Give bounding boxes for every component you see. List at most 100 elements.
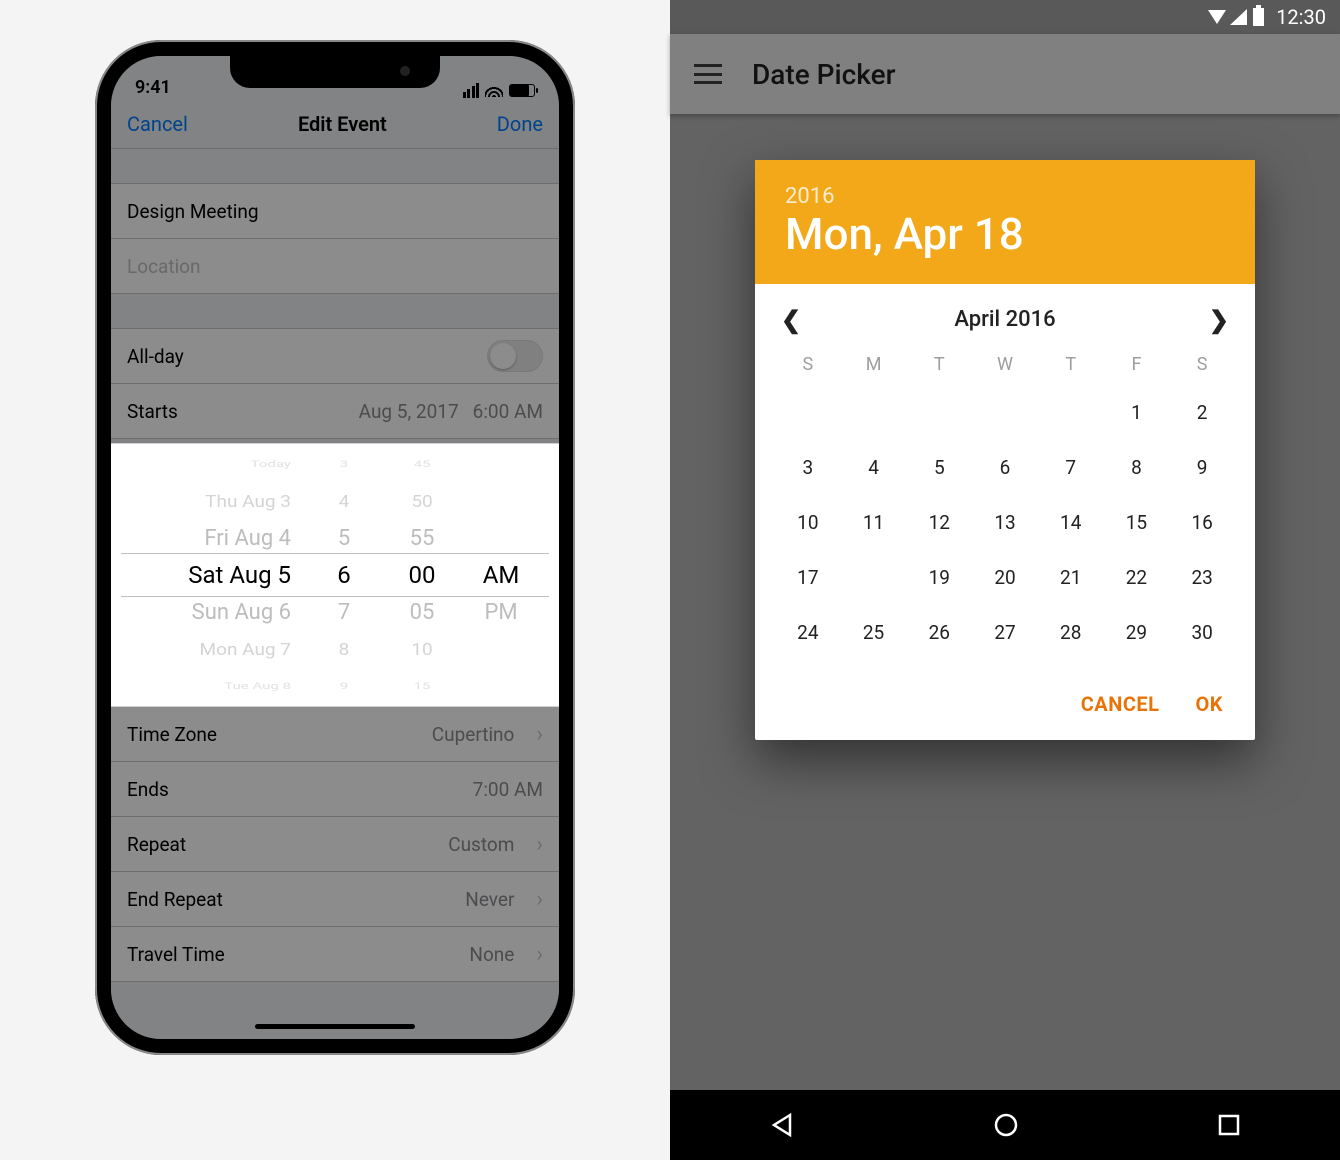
calendar-day[interactable]: 11 <box>841 495 907 550</box>
calendar-day[interactable]: 26 <box>906 605 972 660</box>
picker-date-wheel[interactable]: Today Thu Aug 3 Fri Aug 4Sat Aug 5Sun Aug … <box>133 444 309 706</box>
starts-label: Starts <box>127 400 359 423</box>
picker-option[interactable]: PM <box>484 594 517 631</box>
dialog-header: 2016 Mon, Apr 18 <box>755 160 1255 284</box>
picker-ampm-wheel[interactable]: AMPM <box>465 444 537 706</box>
picker-option[interactable]: 55 <box>410 520 435 557</box>
calendar-day[interactable]: 16 <box>1169 495 1235 550</box>
home-icon[interactable] <box>992 1111 1020 1139</box>
starts-row[interactable]: Starts Aug 5, 2017 6:00 AM <box>111 384 559 438</box>
location-field[interactable]: Location <box>111 239 559 293</box>
calendar-day[interactable]: 14 <box>1038 495 1104 550</box>
page-title: Edit Event <box>298 112 387 136</box>
calendar-day[interactable]: 8 <box>1104 440 1170 495</box>
calendar-day[interactable]: 13 <box>972 495 1038 550</box>
ok-button[interactable]: OK <box>1195 692 1223 716</box>
calendar-day[interactable]: 29 <box>1104 605 1170 660</box>
travel-time-label: Travel Time <box>127 943 469 966</box>
picker-option[interactable]: Fri Aug 4 <box>204 520 291 557</box>
prev-month-button[interactable]: ❮ <box>781 306 801 334</box>
ends-row[interactable]: Ends 7:00 AM <box>111 762 559 816</box>
cancel-button[interactable]: CANCEL <box>1081 692 1160 716</box>
ends-label: Ends <box>127 778 473 801</box>
picker-option[interactable]: Sat Aug 5 <box>188 557 291 594</box>
picker-option[interactable]: 8 <box>339 633 350 664</box>
picker-option[interactable]: 7 <box>338 594 350 631</box>
picker-option[interactable]: 45 <box>414 453 431 475</box>
calendar-day[interactable]: 3 <box>775 440 841 495</box>
calendar-day[interactable]: 4 <box>841 440 907 495</box>
android-nav-bar <box>670 1090 1340 1160</box>
calendar-day[interactable]: 2 <box>1169 385 1235 440</box>
weekday-label: M <box>841 344 907 385</box>
calendar-day[interactable]: 21 <box>1038 550 1104 605</box>
datetime-picker[interactable]: Today Thu Aug 3 Fri Aug 4Sat Aug 5Sun Aug … <box>111 444 559 706</box>
iphone-frame: 9:41 Cancel Edit Event Done <box>95 40 575 1055</box>
calendar-day[interactable]: 25 <box>841 605 907 660</box>
calendar-day[interactable]: 27 <box>972 605 1038 660</box>
picker-minute-wheel[interactable]: 45 50 55000510 15 <box>379 444 465 706</box>
picker-option[interactable]: Thu Aug 3 <box>205 485 291 516</box>
allday-toggle[interactable] <box>487 340 543 372</box>
end-repeat-row[interactable]: End Repeat Never› <box>111 872 559 926</box>
calendar-day[interactable]: 28 <box>1038 605 1104 660</box>
timezone-row[interactable]: Time Zone Cupertino› <box>111 707 559 761</box>
calendar-day[interactable]: 12 <box>906 495 972 550</box>
recent-apps-icon[interactable] <box>1216 1112 1242 1138</box>
done-button[interactable]: Done <box>497 112 543 136</box>
picker-hour-wheel[interactable]: 3 4 5678 9 <box>309 444 379 706</box>
calendar-day[interactable]: 9 <box>1169 440 1235 495</box>
calendar-day[interactable]: 7 <box>1038 440 1104 495</box>
calendar-day[interactable]: 24 <box>775 605 841 660</box>
event-title-field[interactable]: Design Meeting <box>111 184 559 238</box>
picker-option[interactable]: 10 <box>411 633 432 664</box>
calendar-day[interactable]: 19 <box>906 550 972 605</box>
calendar-day[interactable]: 17 <box>775 550 841 605</box>
wifi-icon <box>485 84 503 97</box>
hamburger-icon[interactable] <box>694 64 722 84</box>
cancel-button[interactable]: Cancel <box>127 112 188 136</box>
picker-option[interactable]: 4 <box>339 485 350 516</box>
picker-option[interactable]: Sun Aug 6 <box>192 594 291 631</box>
calendar-day[interactable]: 18 <box>841 550 907 605</box>
calendar-day[interactable]: 1 <box>1104 385 1170 440</box>
repeat-label: Repeat <box>127 833 448 856</box>
calendar-day[interactable]: 22 <box>1104 550 1170 605</box>
picker-option[interactable]: 15 <box>414 675 431 697</box>
chevron-right-icon: › <box>528 722 543 747</box>
next-month-button[interactable]: ❯ <box>1209 306 1229 334</box>
picker-option[interactable]: 5 <box>338 520 350 557</box>
picker-option[interactable]: Today <box>251 453 291 475</box>
repeat-value: Custom <box>448 833 514 856</box>
home-indicator[interactable] <box>255 1024 415 1029</box>
cellular-icon <box>1230 9 1247 25</box>
calendar-day[interactable]: 15 <box>1104 495 1170 550</box>
picker-option[interactable]: Tue Aug 8 <box>224 675 291 697</box>
calendar-day[interactable]: 10 <box>775 495 841 550</box>
picker-option[interactable]: 00 <box>409 557 436 594</box>
picker-option[interactable]: 9 <box>340 675 348 697</box>
wifi-icon <box>1208 10 1226 24</box>
header-date[interactable]: Mon, Apr 18 <box>785 209 1225 260</box>
weekday-label: W <box>972 344 1038 385</box>
calendar-day[interactable]: 6 <box>972 440 1038 495</box>
calendar-day[interactable]: 5 <box>906 440 972 495</box>
picker-option[interactable]: 3 <box>340 453 348 475</box>
picker-option[interactable]: AM <box>483 557 520 594</box>
picker-option[interactable]: Mon Aug 7 <box>200 633 291 664</box>
timezone-label: Time Zone <box>127 723 432 746</box>
picker-option[interactable]: 05 <box>410 594 435 631</box>
calendar-day[interactable]: 30 <box>1169 605 1235 660</box>
back-icon[interactable] <box>768 1111 796 1139</box>
picker-option[interactable]: 6 <box>337 557 351 594</box>
picker-option[interactable]: 50 <box>411 485 432 516</box>
travel-time-row[interactable]: Travel Time None› <box>111 927 559 981</box>
calendar-empty-cell <box>1038 385 1104 440</box>
end-repeat-value: Never <box>465 888 514 911</box>
weekday-header: SMTWTFS <box>775 344 1235 385</box>
repeat-row[interactable]: Repeat Custom› <box>111 817 559 871</box>
calendar-day[interactable]: 23 <box>1169 550 1235 605</box>
header-year[interactable]: 2016 <box>785 184 1225 209</box>
android-status-time: 12:30 <box>1276 5 1326 29</box>
calendar-day[interactable]: 20 <box>972 550 1038 605</box>
